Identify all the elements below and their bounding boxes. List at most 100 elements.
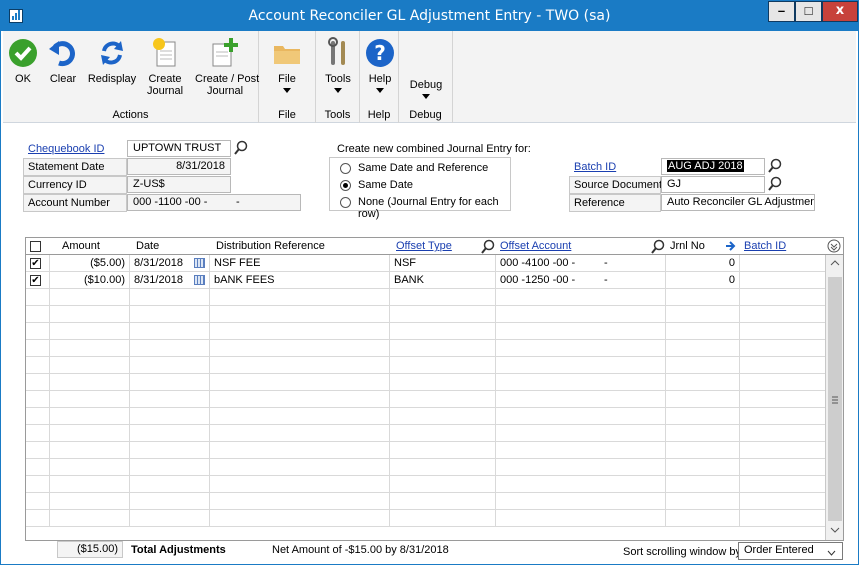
amount-cell[interactable] bbox=[50, 391, 130, 408]
row-select-cell[interactable] bbox=[26, 442, 50, 459]
table-row[interactable] bbox=[26, 510, 826, 527]
row-select-cell[interactable] bbox=[26, 476, 50, 493]
offset-type-cell[interactable]: NSF bbox=[390, 255, 496, 272]
same-date-radio[interactable] bbox=[340, 180, 351, 191]
offset-account-cell[interactable] bbox=[496, 408, 666, 425]
offset-type-cell[interactable] bbox=[390, 425, 496, 442]
dist-ref-cell[interactable] bbox=[210, 425, 390, 442]
jrnl-no-cell[interactable] bbox=[666, 306, 740, 323]
offset-account-cell[interactable] bbox=[496, 340, 666, 357]
close-button[interactable]: x bbox=[822, 1, 858, 22]
batch-id-cell[interactable] bbox=[740, 510, 826, 527]
offset-type-cell[interactable] bbox=[390, 391, 496, 408]
date-cell[interactable] bbox=[130, 459, 210, 476]
date-cell[interactable]: 8/31/2018 bbox=[130, 272, 210, 289]
clear-button[interactable]: Clear bbox=[43, 37, 83, 85]
date-cell[interactable]: 8/31/2018 bbox=[130, 255, 210, 272]
dist-ref-cell[interactable] bbox=[210, 408, 390, 425]
amount-cell[interactable] bbox=[50, 289, 130, 306]
jrnl-no-cell[interactable] bbox=[666, 493, 740, 510]
batch-id-cell[interactable] bbox=[740, 289, 826, 306]
dist-ref-cell[interactable] bbox=[210, 323, 390, 340]
table-row[interactable] bbox=[26, 476, 826, 493]
dist-ref-cell[interactable] bbox=[210, 357, 390, 374]
batch-id-cell[interactable] bbox=[740, 323, 826, 340]
batch-id-cell[interactable] bbox=[740, 255, 826, 272]
amount-cell[interactable] bbox=[50, 357, 130, 374]
offset-account-cell[interactable] bbox=[496, 289, 666, 306]
amount-cell[interactable] bbox=[50, 306, 130, 323]
dist-ref-cell[interactable] bbox=[210, 459, 390, 476]
offset-account-cell[interactable] bbox=[496, 306, 666, 323]
dist-ref-cell[interactable] bbox=[210, 289, 390, 306]
offset-account-cell[interactable] bbox=[496, 357, 666, 374]
batch-id-cell[interactable] bbox=[740, 374, 826, 391]
jrnl-no-cell[interactable] bbox=[666, 357, 740, 374]
row-select-cell[interactable] bbox=[26, 391, 50, 408]
jrnl-no-cell[interactable] bbox=[666, 408, 740, 425]
table-row[interactable] bbox=[26, 408, 826, 425]
batch-id-cell[interactable] bbox=[740, 357, 826, 374]
none-radio[interactable] bbox=[340, 197, 351, 208]
jrnl-no-cell[interactable] bbox=[666, 391, 740, 408]
create-journal-button[interactable]: Create Journal bbox=[143, 37, 187, 97]
chequebook-id-field[interactable]: UPTOWN TRUST bbox=[127, 140, 231, 157]
row-checkbox[interactable]: ✔ bbox=[30, 258, 41, 269]
batch-id-cell[interactable] bbox=[740, 340, 826, 357]
jrnl-no-cell[interactable] bbox=[666, 340, 740, 357]
offset-type-cell[interactable] bbox=[390, 323, 496, 340]
batch-lookup-icon[interactable] bbox=[767, 158, 783, 174]
jrnl-no-cell[interactable] bbox=[666, 374, 740, 391]
source-document-field[interactable]: GJ bbox=[661, 176, 765, 193]
batch-id-link[interactable]: Batch ID bbox=[569, 158, 661, 176]
date-cell[interactable] bbox=[130, 357, 210, 374]
offset-type-lookup-icon[interactable] bbox=[480, 239, 496, 255]
date-cell[interactable] bbox=[130, 340, 210, 357]
offset-type-cell[interactable] bbox=[390, 510, 496, 527]
offset-account-cell[interactable] bbox=[496, 323, 666, 340]
batch-id-cell[interactable] bbox=[740, 306, 826, 323]
batch-id-cell[interactable] bbox=[740, 425, 826, 442]
offset-account-cell[interactable] bbox=[496, 391, 666, 408]
dist-ref-cell[interactable] bbox=[210, 510, 390, 527]
row-checkbox[interactable]: ✔ bbox=[30, 275, 41, 286]
offset-account-cell[interactable] bbox=[496, 510, 666, 527]
jrnl-no-cell[interactable] bbox=[666, 442, 740, 459]
offset-type-cell[interactable] bbox=[390, 442, 496, 459]
row-select-cell[interactable] bbox=[26, 340, 50, 357]
dist-ref-cell[interactable] bbox=[210, 374, 390, 391]
source-lookup-icon[interactable] bbox=[767, 176, 783, 192]
table-row[interactable] bbox=[26, 459, 826, 476]
offset-account-cell[interactable] bbox=[496, 459, 666, 476]
dist-ref-cell[interactable] bbox=[210, 306, 390, 323]
tools-menu-button[interactable]: Tools bbox=[322, 37, 354, 93]
amount-cell[interactable] bbox=[50, 493, 130, 510]
table-row[interactable] bbox=[26, 306, 826, 323]
chequebook-id-link[interactable]: Chequebook ID bbox=[23, 140, 127, 158]
offset-account-cell[interactable] bbox=[496, 442, 666, 459]
table-row[interactable] bbox=[26, 323, 826, 340]
offset-account-header[interactable]: Offset Account bbox=[496, 238, 575, 255]
dist-ref-cell[interactable] bbox=[210, 493, 390, 510]
scroll-up-icon[interactable] bbox=[830, 259, 840, 269]
offset-account-cell[interactable] bbox=[496, 374, 666, 391]
offset-type-cell[interactable] bbox=[390, 374, 496, 391]
offset-type-cell[interactable] bbox=[390, 476, 496, 493]
table-row[interactable]: ✔ ($5.00) 8/31/2018 NSF FEE NSF 000 -4100 -00… bbox=[26, 255, 826, 272]
jrnl-no-cell[interactable]: 0 bbox=[666, 272, 740, 289]
offset-type-cell[interactable]: BANK bbox=[390, 272, 496, 289]
offset-type-cell[interactable] bbox=[390, 408, 496, 425]
maximize-button[interactable]: □ bbox=[795, 1, 822, 22]
batch-id-cell[interactable] bbox=[740, 476, 826, 493]
offset-account-lookup-icon[interactable] bbox=[650, 239, 666, 255]
batch-id-cell[interactable] bbox=[740, 391, 826, 408]
offset-type-header[interactable]: Offset Type bbox=[392, 238, 456, 255]
date-cell[interactable] bbox=[130, 391, 210, 408]
batch-id-cell[interactable] bbox=[740, 272, 826, 289]
sort-dropdown[interactable]: Order Entered bbox=[738, 542, 843, 560]
amount-cell[interactable] bbox=[50, 476, 130, 493]
amount-cell[interactable] bbox=[50, 425, 130, 442]
offset-type-cell[interactable] bbox=[390, 493, 496, 510]
date-cell[interactable] bbox=[130, 323, 210, 340]
offset-type-cell[interactable] bbox=[390, 289, 496, 306]
